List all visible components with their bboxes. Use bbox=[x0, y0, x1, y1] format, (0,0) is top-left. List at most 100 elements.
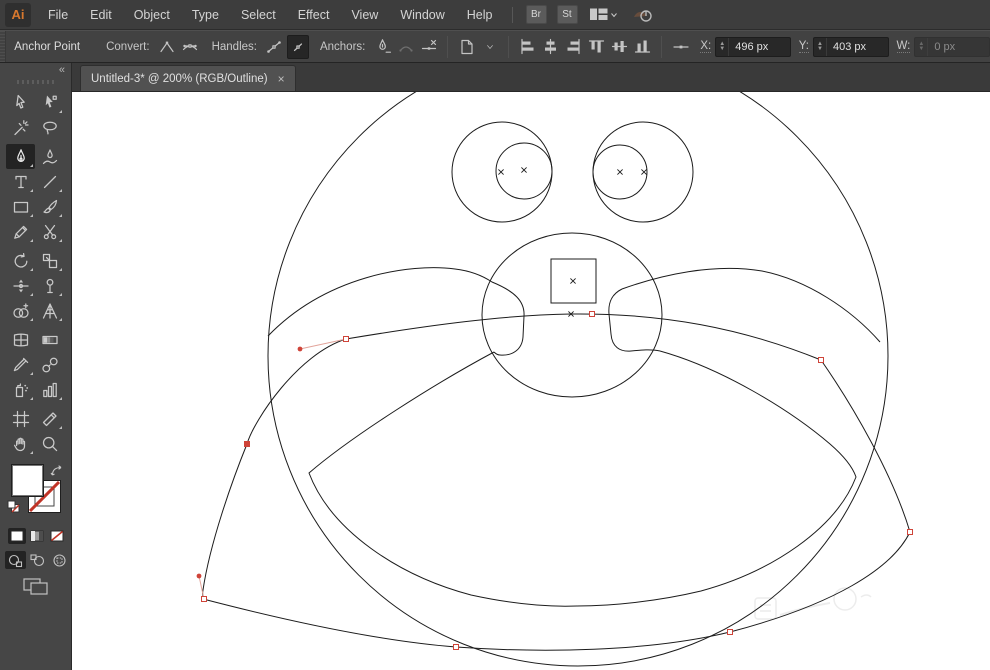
control-bar: Anchor Point Convert: Handles: Anchors: bbox=[0, 30, 990, 63]
stock-button[interactable]: St bbox=[556, 5, 578, 24]
align-horizontal-center-button[interactable] bbox=[540, 35, 561, 59]
document-tab[interactable]: Untitled-3* @ 200% (RGB/Outline) × bbox=[80, 65, 296, 91]
draw-normal-button[interactable] bbox=[5, 551, 26, 569]
selection-tool[interactable] bbox=[6, 90, 35, 115]
direction-handles[interactable] bbox=[196, 338, 347, 600]
power-status-icon[interactable] bbox=[631, 6, 653, 24]
w-field-label: W: bbox=[896, 40, 911, 53]
x-field[interactable]: 496 px bbox=[715, 36, 791, 57]
x-stepper[interactable] bbox=[716, 37, 730, 56]
menu-item-object[interactable]: Object bbox=[123, 0, 181, 30]
mesh-tool[interactable] bbox=[6, 327, 35, 352]
align-vertical-middle-button[interactable] bbox=[609, 35, 630, 59]
menu-bar: Ai File Edit Object Type Select Effect View Win… bbox=[0, 0, 990, 30]
artboard-canvas[interactable] bbox=[72, 92, 990, 670]
remove-anchor-button[interactable] bbox=[372, 35, 393, 59]
swap-fill-stroke-icon[interactable] bbox=[50, 464, 64, 483]
y-value[interactable]: 403 px bbox=[827, 41, 866, 53]
fill-swatch[interactable] bbox=[11, 464, 44, 497]
align-vertical-bottom-button[interactable] bbox=[632, 35, 653, 59]
bridge-button[interactable]: Br bbox=[525, 5, 547, 24]
w-stepper bbox=[915, 37, 929, 56]
tools-grid bbox=[6, 90, 68, 456]
convert-to-corner-button[interactable] bbox=[157, 35, 178, 59]
convert-label: Convert: bbox=[106, 40, 150, 53]
eyedropper-tool[interactable] bbox=[6, 352, 35, 377]
slice-tool[interactable] bbox=[35, 406, 64, 431]
w-field: 0 px bbox=[914, 36, 990, 57]
document-setup-button[interactable] bbox=[456, 35, 477, 59]
x-field-label: X: bbox=[700, 40, 712, 53]
align-horizontal-right-button[interactable] bbox=[563, 35, 584, 59]
gradient-button[interactable] bbox=[28, 528, 46, 544]
curvature-tool[interactable] bbox=[35, 144, 64, 169]
paintbrush-tool[interactable] bbox=[35, 194, 64, 219]
pencil-tool[interactable] bbox=[6, 219, 35, 244]
tab-close-icon[interactable]: × bbox=[278, 72, 285, 86]
panel-grip[interactable] bbox=[16, 80, 55, 84]
rotate-tool[interactable] bbox=[6, 248, 35, 273]
connect-path-button[interactable] bbox=[395, 35, 416, 59]
draw-inside-button[interactable] bbox=[49, 551, 70, 569]
center-x-marks bbox=[498, 167, 647, 317]
align-vertical-top-button[interactable] bbox=[586, 35, 607, 59]
menu-item-view[interactable]: View bbox=[340, 0, 389, 30]
shape-builder-tool[interactable] bbox=[6, 298, 35, 323]
convert-to-smooth-button[interactable] bbox=[180, 35, 201, 59]
x-value[interactable]: 496 px bbox=[729, 41, 768, 53]
menu-item-select[interactable]: Select bbox=[230, 0, 287, 30]
color-button[interactable] bbox=[8, 528, 26, 544]
default-fill-stroke-icon[interactable] bbox=[7, 500, 20, 518]
width-tool[interactable] bbox=[6, 273, 35, 298]
perspective-grid-tool[interactable] bbox=[35, 298, 64, 323]
scissors-tool[interactable] bbox=[35, 219, 64, 244]
type-tool[interactable] bbox=[6, 169, 35, 194]
pen-tool[interactable] bbox=[6, 144, 35, 169]
cut-path-button[interactable] bbox=[418, 35, 439, 59]
document-setup-chevron-icon[interactable] bbox=[479, 35, 500, 59]
gradient-tool[interactable] bbox=[35, 327, 64, 352]
draw-behind-button[interactable] bbox=[27, 551, 48, 569]
w-value: 0 px bbox=[934, 40, 956, 53]
none-button[interactable] bbox=[48, 528, 66, 544]
swatch-type-buttons bbox=[8, 528, 71, 544]
direct-selection-tool[interactable] bbox=[35, 90, 64, 115]
watermark bbox=[754, 587, 872, 620]
column-graph-tool[interactable] bbox=[35, 377, 64, 402]
control-separator bbox=[447, 35, 449, 58]
artboard-tool[interactable] bbox=[6, 406, 35, 431]
menu-item-effect[interactable]: Effect bbox=[287, 0, 341, 30]
puppet-warp-tool[interactable] bbox=[35, 273, 64, 298]
control-separator bbox=[508, 35, 510, 58]
show-handles-button[interactable] bbox=[264, 35, 285, 59]
control-separator bbox=[661, 35, 663, 58]
workspace-switcher-button[interactable] bbox=[589, 7, 619, 22]
blend-tool[interactable] bbox=[35, 352, 64, 377]
magic-wand-tool[interactable] bbox=[6, 115, 35, 140]
illustrator-logo[interactable]: Ai bbox=[5, 2, 31, 27]
hand-tool[interactable] bbox=[6, 431, 35, 456]
hide-handles-button[interactable] bbox=[286, 34, 309, 59]
zoom-tool[interactable] bbox=[35, 431, 64, 456]
align-horizontal-left-button[interactable] bbox=[517, 35, 538, 59]
control-bar-grip[interactable] bbox=[0, 31, 7, 62]
menu-item-file[interactable]: File bbox=[37, 0, 79, 30]
handles-label: Handles: bbox=[211, 40, 257, 53]
scale-tool[interactable] bbox=[35, 248, 64, 273]
menu-item-window[interactable]: Window bbox=[389, 0, 455, 30]
symbol-sprayer-tool[interactable] bbox=[6, 377, 35, 402]
menu-item-type[interactable]: Type bbox=[181, 0, 230, 30]
fill-stroke-indicator bbox=[0, 464, 72, 522]
menu-separator bbox=[511, 6, 513, 23]
lasso-tool[interactable] bbox=[35, 115, 64, 140]
rectangle-tool[interactable] bbox=[6, 194, 35, 219]
line-segment-tool[interactable] bbox=[35, 169, 64, 194]
artwork-paths bbox=[202, 92, 911, 667]
path-anchors[interactable] bbox=[201, 311, 913, 650]
y-field[interactable]: 403 px bbox=[813, 36, 889, 57]
menu-item-edit[interactable]: Edit bbox=[79, 0, 123, 30]
panel-collapse-button[interactable]: « bbox=[0, 63, 71, 77]
y-stepper[interactable] bbox=[814, 37, 827, 56]
menu-item-help[interactable]: Help bbox=[456, 0, 504, 30]
screen-mode-button[interactable] bbox=[0, 578, 72, 595]
